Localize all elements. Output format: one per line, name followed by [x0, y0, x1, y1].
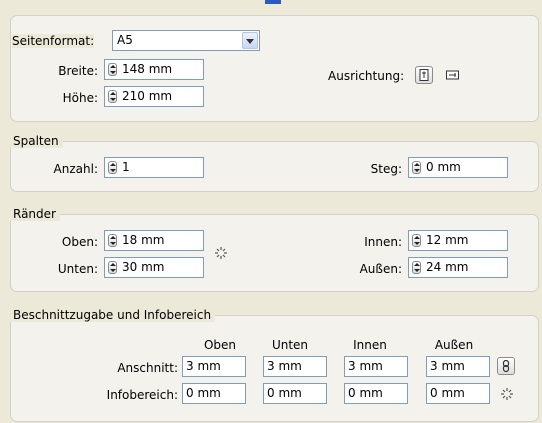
chain-link-icon	[502, 360, 510, 372]
portrait-orientation-button[interactable]	[415, 66, 433, 84]
margin-bottom-field[interactable]: 30 mm	[104, 257, 204, 278]
slug-top-field[interactable]: 0 mm	[182, 383, 246, 404]
margin-inside-label: Innen:	[364, 235, 402, 249]
margin-inside-stepper-icon[interactable]	[412, 234, 421, 247]
margin-bottom-stepper-icon[interactable]	[108, 261, 117, 274]
top-accent-bar	[265, 0, 281, 4]
margin-bottom-value: 30 mm	[122, 260, 165, 274]
width-label: Breite:	[58, 64, 98, 78]
columns-count-label: Anzahl:	[53, 162, 98, 176]
columns-count-value: 1	[122, 160, 130, 174]
margin-top-stepper-icon[interactable]	[108, 234, 117, 247]
margin-outside-field[interactable]: 24 mm	[408, 257, 508, 278]
columns-count-field[interactable]: 1	[104, 157, 204, 178]
margins-legend: Ränder	[9, 207, 60, 221]
bleed-top-field[interactable]: 3 mm	[182, 356, 246, 377]
height-value: 210 mm	[122, 89, 173, 103]
bleed-label: Anschnitt:	[117, 361, 178, 375]
margin-top-label: Oben:	[61, 235, 98, 249]
bleed-inside-field[interactable]: 3 mm	[344, 356, 408, 377]
bleed-col-bottom-header: Unten	[271, 338, 309, 352]
margin-inside-field[interactable]: 12 mm	[408, 230, 508, 251]
margin-inside-value: 12 mm	[426, 233, 469, 247]
margin-top-field[interactable]: 18 mm	[104, 230, 204, 251]
orientation-label: Ausrichtung:	[328, 69, 405, 83]
margin-bottom-label: Unten:	[57, 262, 98, 276]
height-label: Höhe:	[62, 91, 98, 105]
columns-legend: Spalten	[9, 134, 63, 148]
page-size-label: Seitenformat:	[12, 34, 95, 48]
margin-outside-label: Außen:	[359, 262, 402, 276]
width-stepper-icon[interactable]	[108, 63, 117, 76]
chevron-down-icon[interactable]	[242, 32, 258, 49]
slug-broken-chain-link-icon[interactable]	[500, 387, 514, 401]
gutter-stepper-icon[interactable]	[412, 161, 421, 174]
bleed-col-outside-header: Außen	[434, 338, 474, 352]
slug-label: Infobereich:	[106, 388, 178, 402]
broken-chain-link-icon[interactable]	[214, 246, 228, 260]
margin-outside-stepper-icon[interactable]	[412, 261, 421, 274]
gutter-label: Steg:	[370, 162, 402, 176]
bleed-slug-legend: Beschnittzugabe und Infobereich	[9, 308, 216, 322]
columns-stepper-icon[interactable]	[108, 161, 117, 174]
page-size-value: A5	[117, 33, 133, 47]
portrait-icon	[419, 69, 429, 81]
bleed-bottom-field[interactable]: 3 mm	[263, 356, 327, 377]
bleed-link-button[interactable]	[497, 357, 515, 375]
page-size-select[interactable]: A5	[112, 30, 260, 51]
bleed-outside-field[interactable]: 3 mm	[426, 356, 490, 377]
margin-top-value: 18 mm	[122, 233, 165, 247]
slug-bottom-field[interactable]: 0 mm	[263, 383, 327, 404]
gutter-value: 0 mm	[426, 160, 461, 174]
height-stepper-icon[interactable]	[108, 90, 117, 103]
height-field[interactable]: 210 mm	[104, 86, 204, 107]
width-field[interactable]: 148 mm	[104, 59, 204, 80]
landscape-orientation-button[interactable]	[443, 66, 461, 84]
margin-outside-value: 24 mm	[426, 260, 469, 274]
slug-outside-field[interactable]: 0 mm	[426, 383, 490, 404]
bleed-col-top-header: Oben	[203, 338, 237, 352]
gutter-field[interactable]: 0 mm	[408, 157, 508, 178]
slug-inside-field[interactable]: 0 mm	[344, 383, 408, 404]
width-value: 148 mm	[122, 62, 173, 76]
bleed-col-inside-header: Innen	[353, 338, 387, 352]
margins-panel	[10, 214, 539, 292]
landscape-icon	[446, 70, 459, 80]
